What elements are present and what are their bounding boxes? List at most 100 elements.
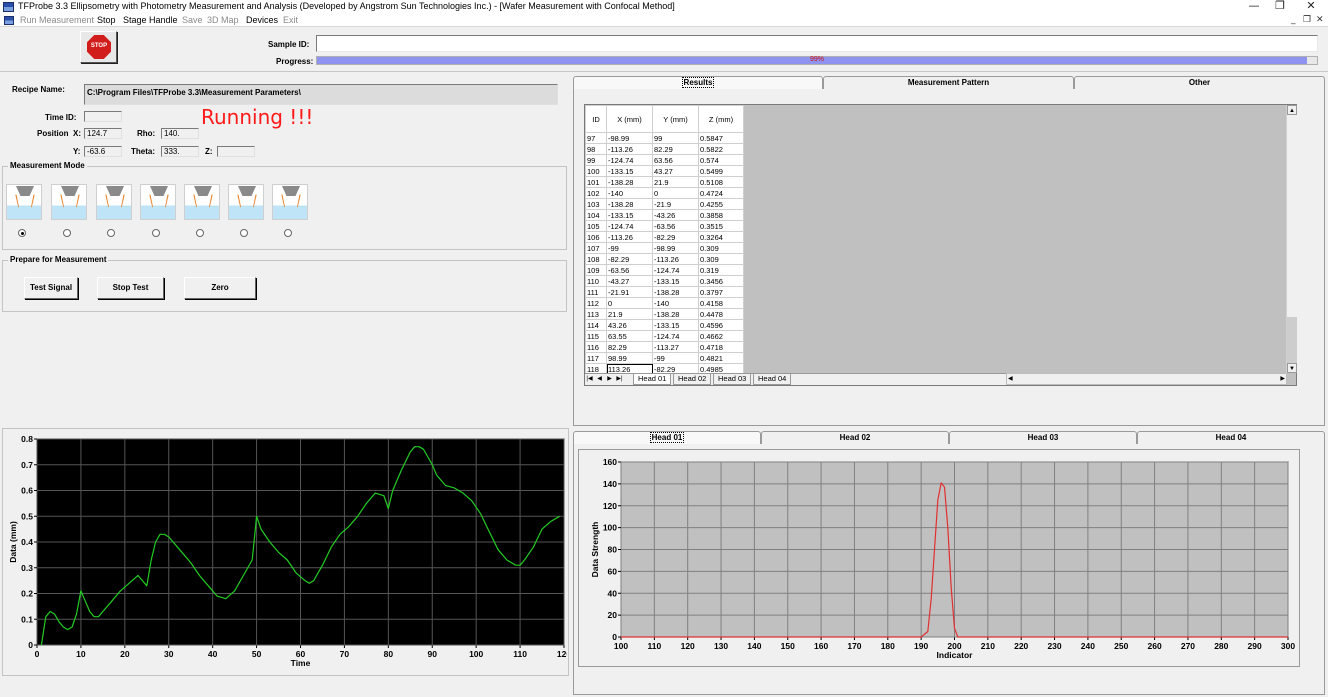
tab-other[interactable]: Other bbox=[1074, 76, 1325, 89]
mode-2-icon[interactable] bbox=[51, 184, 87, 220]
cell-z[interactable]: 0.3515 bbox=[698, 220, 744, 232]
cell-id[interactable]: 105 bbox=[585, 220, 607, 232]
column-header-y[interactable]: Y (mm) bbox=[652, 105, 699, 133]
cell-id[interactable]: 117 bbox=[585, 352, 607, 364]
table-row[interactable]: 104 -133.15 -43.26 0.3858 bbox=[585, 209, 744, 221]
cell-y[interactable]: 0 bbox=[652, 187, 699, 199]
cell-y[interactable]: -124.74 bbox=[652, 264, 699, 276]
cell-y[interactable]: 63.56 bbox=[652, 154, 699, 166]
cell-x[interactable]: -43.27 bbox=[606, 275, 653, 287]
mode-5-icon[interactable] bbox=[184, 184, 220, 220]
mode-7-icon[interactable] bbox=[272, 184, 308, 220]
cell-x[interactable]: -133.15 bbox=[606, 209, 653, 221]
table-row[interactable]: 111 -21.91 -138.28 0.3797 bbox=[585, 286, 744, 298]
menu-3d-map[interactable]: 3D Map bbox=[207, 15, 239, 25]
stop-test-button[interactable]: Stop Test bbox=[97, 277, 164, 299]
cell-y[interactable]: -138.28 bbox=[652, 308, 699, 320]
cell-z[interactable]: 0.4478 bbox=[698, 308, 744, 320]
table-row[interactable]: 110 -43.27 -133.15 0.3456 bbox=[585, 275, 744, 287]
tab-head-01[interactable]: Head 01 bbox=[573, 431, 761, 444]
table-vertical-scrollbar[interactable]: ▲ ▼ bbox=[1286, 105, 1297, 373]
cell-x[interactable]: 63.55 bbox=[606, 330, 653, 342]
cell-x[interactable]: 98.99 bbox=[606, 352, 653, 364]
sheet-tab-head-01[interactable]: Head 01 bbox=[633, 374, 672, 385]
cell-z[interactable]: 0.4662 bbox=[698, 330, 744, 342]
table-row[interactable]: 103 -138.28 -21.9 0.4255 bbox=[585, 198, 744, 210]
cell-y[interactable]: -138.28 bbox=[652, 286, 699, 298]
table-row[interactable]: 109 -63.56 -124.74 0.319 bbox=[585, 264, 744, 276]
cell-id[interactable]: 115 bbox=[585, 330, 607, 342]
table-row[interactable]: 115 63.55 -124.74 0.4662 bbox=[585, 330, 744, 342]
table-row[interactable]: 97 -98.99 99 0.5847 bbox=[585, 132, 744, 144]
cell-y[interactable]: -133.15 bbox=[652, 319, 699, 331]
mode-6-icon[interactable] bbox=[228, 184, 264, 220]
cell-y[interactable]: -133.15 bbox=[652, 275, 699, 287]
title-bar[interactable]: TFProbe 3.3 Ellipsometry with Photometry… bbox=[0, 0, 1328, 14]
menu-stop[interactable]: Stop bbox=[97, 15, 116, 25]
cell-x[interactable]: -140 bbox=[606, 187, 653, 199]
cell-z[interactable]: 0.4596 bbox=[698, 319, 744, 331]
cell-y[interactable]: 82.29 bbox=[652, 143, 699, 155]
cell-x[interactable]: -98.99 bbox=[606, 132, 653, 144]
table-row[interactable]: 100 -133.15 43.27 0.5499 bbox=[585, 165, 744, 177]
table-row[interactable]: 101 -138.28 21.9 0.5108 bbox=[585, 176, 744, 188]
cell-y[interactable]: -113.27 bbox=[652, 341, 699, 353]
sample-id-input[interactable] bbox=[316, 35, 1318, 52]
cell-id[interactable]: 111 bbox=[585, 286, 607, 298]
cell-y[interactable]: 21.9 bbox=[652, 176, 699, 188]
cell-z[interactable]: 0.5108 bbox=[698, 176, 744, 188]
cell-id[interactable]: 110 bbox=[585, 275, 607, 287]
column-header-z[interactable]: Z (mm) bbox=[698, 105, 744, 133]
cell-id[interactable]: 104 bbox=[585, 209, 607, 221]
cell-z[interactable]: 0.4255 bbox=[698, 198, 744, 210]
zero-button[interactable]: Zero bbox=[184, 277, 256, 299]
cell-id[interactable]: 109 bbox=[585, 264, 607, 276]
cell-y[interactable]: -43.26 bbox=[652, 209, 699, 221]
cell-y[interactable]: -63.56 bbox=[652, 220, 699, 232]
menu-stage-handle[interactable]: Stage Handle bbox=[123, 15, 178, 25]
sheet-tab-head-04[interactable]: Head 04 bbox=[753, 374, 792, 385]
cell-id[interactable]: 99 bbox=[585, 154, 607, 166]
cell-id[interactable]: 114 bbox=[585, 319, 607, 331]
cell-x[interactable]: -63.56 bbox=[606, 264, 653, 276]
mode-7-radio[interactable] bbox=[284, 229, 292, 237]
table-row[interactable]: 99 -124.74 63.56 0.574 bbox=[585, 154, 744, 166]
cell-x[interactable]: 0 bbox=[606, 297, 653, 309]
table-row[interactable]: 114 43.26 -133.15 0.4596 bbox=[585, 319, 744, 331]
cell-y[interactable]: -98.99 bbox=[652, 242, 699, 254]
cell-id[interactable]: 112 bbox=[585, 297, 607, 309]
cell-x[interactable]: 43.26 bbox=[606, 319, 653, 331]
table-row[interactable]: 105 -124.74 -63.56 0.3515 bbox=[585, 220, 744, 232]
menu-devices[interactable]: Devices bbox=[246, 15, 278, 25]
cell-y[interactable]: 43.27 bbox=[652, 165, 699, 177]
cell-z[interactable]: 0.4821 bbox=[698, 352, 744, 364]
cell-z[interactable]: 0.309 bbox=[698, 242, 744, 254]
cell-x[interactable]: -113.26 bbox=[606, 143, 653, 155]
cell-id[interactable]: 116 bbox=[585, 341, 607, 353]
table-row[interactable]: 98 -113.26 82.29 0.5822 bbox=[585, 143, 744, 155]
mode-6-radio[interactable] bbox=[240, 229, 248, 237]
cell-x[interactable]: 82.29 bbox=[606, 341, 653, 353]
tab-head-02[interactable]: Head 02 bbox=[761, 431, 949, 444]
column-header-id[interactable]: ID bbox=[585, 105, 607, 133]
mdi-minimize-icon[interactable]: _ bbox=[1291, 15, 1296, 25]
cell-id[interactable]: 107 bbox=[585, 242, 607, 254]
cell-z[interactable]: 0.319 bbox=[698, 264, 744, 276]
cell-id[interactable]: 97 bbox=[585, 132, 607, 144]
mdi-close-icon[interactable]: ✕ bbox=[1316, 15, 1324, 25]
tab-head-03[interactable]: Head 03 bbox=[949, 431, 1137, 444]
cell-id[interactable]: 103 bbox=[585, 198, 607, 210]
cell-x[interactable]: -124.74 bbox=[606, 154, 653, 166]
mdi-restore-icon[interactable]: ❐ bbox=[1303, 15, 1311, 25]
cell-y[interactable]: -82.29 bbox=[652, 231, 699, 243]
close-icon[interactable]: ✕ bbox=[1297, 0, 1325, 14]
mode-1-icon[interactable] bbox=[6, 184, 42, 220]
cell-z[interactable]: 0.309 bbox=[698, 253, 744, 265]
cell-x[interactable]: -133.15 bbox=[606, 165, 653, 177]
mode-2-radio[interactable] bbox=[63, 229, 71, 237]
cell-id[interactable]: 113 bbox=[585, 308, 607, 320]
test-signal-button[interactable]: Test Signal bbox=[24, 277, 78, 299]
cell-x[interactable]: -124.74 bbox=[606, 220, 653, 232]
mode-5-radio[interactable] bbox=[196, 229, 204, 237]
mode-1-radio[interactable] bbox=[18, 229, 26, 237]
